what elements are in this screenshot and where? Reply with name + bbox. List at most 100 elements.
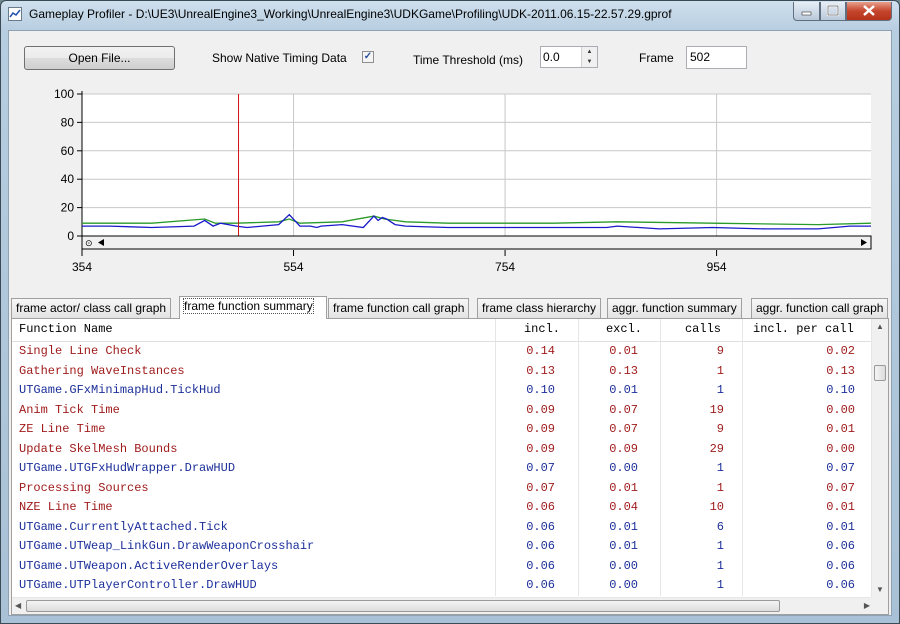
calls-cell: 1 [661,556,743,576]
function-name-cell: UTGame.UTGFxHudWrapper.DrawHUD [12,459,496,479]
chart-scroll-strip[interactable] [81,235,872,250]
incl-cell: 0.06 [496,537,579,557]
close-icon [863,5,875,16]
scroll-corner [871,597,888,614]
calls-cell: 10 [661,498,743,518]
app-icon [8,7,22,21]
spinner-arrows-icon[interactable]: ▲ ▼ [581,47,597,67]
excl-cell: 0.00 [579,459,661,479]
tab-label: frame function summary [183,298,314,314]
scroll-left-icon[interactable]: ◀ [15,601,21,610]
table-row[interactable]: Update SkelMesh Bounds 0.09 0.09 29 0.00 [12,439,876,459]
table-body: Single Line Check 0.14 0.01 9 0.02 Gathering … [12,342,876,596]
minimize-icon [801,11,812,16]
open-file-button[interactable]: Open File... [24,46,175,70]
tab-frame-class-hierarchy[interactable]: frame class hierarchy [477,298,602,318]
scroll-up-icon[interactable]: ▲ [876,322,884,331]
excl-cell: 0.07 [579,420,661,440]
client-area: Open File... Show Native Timing Data ✓ T… [8,30,892,616]
maximize-button[interactable] [820,2,846,21]
calls-cell: 6 [661,517,743,537]
horizontal-scroll-thumb[interactable] [26,600,780,612]
incl-cell: 0.07 [496,478,579,498]
excl-cell: 0.04 [579,498,661,518]
x-tick-label: 354 [72,260,92,274]
per-call-cell: 0.06 [826,558,855,573]
function-name-cell: Single Line Check [12,342,496,362]
col-excl[interactable]: excl. [579,319,661,341]
table-row[interactable]: UTGame.UTWeap_LinkGun.DrawWeaponCrosshai… [12,537,876,557]
zoom-reset-icon[interactable]: ⊙ [85,239,93,249]
tab-aggr-function-call-graph[interactable]: aggr. function call graph [751,298,889,318]
chart-svg[interactable]: 100 80 60 40 20 0 354 554 754 954 ⊙ [9,79,891,309]
calls-cell: 9 [661,342,743,362]
per-call-cell: 0.06 [826,578,855,592]
table-row[interactable]: UTGame.UTGFxHudWrapper.DrawHUD 0.07 0.00 1 0… [12,459,876,479]
vertical-scrollbar[interactable]: ▲ ▼ [871,319,888,597]
scroll-down-icon[interactable]: ▼ [876,585,884,594]
threshold-spinner[interactable]: 0.0 ▲ ▼ [540,46,598,68]
plot-area [82,94,871,236]
per-call-cell: 0.01 [826,519,855,534]
col-incl-per-call[interactable]: incl. per call [743,319,876,341]
excl-cell: 0.13 [579,361,661,381]
col-function-name[interactable]: Function Name [12,319,496,341]
table-row[interactable]: Anim Tick Time 0.09 0.07 19 0.00 [12,400,876,420]
table-row[interactable]: ZE Line Time 0.09 0.07 9 0.01 [12,420,876,440]
table-row[interactable]: Single Line Check 0.14 0.01 9 0.02 [12,342,876,362]
minimize-button[interactable] [793,2,820,21]
frame-input[interactable]: 502 [686,46,747,69]
y-tick-label: 80 [61,115,75,129]
incl-cell: 0.09 [496,420,579,440]
excl-cell: 0.00 [579,556,661,576]
table-row[interactable]: UTGame.CurrentlyAttached.Tick 0.06 0.01 6 0.… [12,517,876,537]
function-name-cell: UTGame.GFxMinimapHud.TickHud [12,381,496,401]
per-call-cell: 0.13 [826,363,855,378]
table-row[interactable]: Processing Sources 0.07 0.01 1 0.07 [12,478,876,498]
function-name-cell: NZE Line Time [12,498,496,518]
incl-cell: 0.06 [496,556,579,576]
function-name-cell: ZE Line Time [12,420,496,440]
scroll-right-icon[interactable]: ▶ [864,601,870,610]
table-row[interactable]: Gathering WaveInstances 0.13 0.13 1 0.13 [12,361,876,381]
function-name-cell: UTGame.UTPlayerController.DrawHUD [12,576,496,596]
frame-time-chart[interactable]: 100 80 60 40 20 0 354 554 754 954 ⊙ [9,79,891,309]
function-name-cell: UTGame.UTWeap_LinkGun.DrawWeaponCrosshai… [12,537,496,557]
show-native-checkbox[interactable]: ✓ [362,51,374,63]
incl-cell: 0.09 [496,400,579,420]
incl-cell: 0.07 [496,459,579,479]
title-bar[interactable]: Gameplay Profiler - D:\UE3\UnrealEngine3… [1,1,899,29]
y-tick-label: 100 [54,87,74,101]
x-tick-label: 954 [707,260,727,274]
incl-cell: 0.09 [496,439,579,459]
table-row[interactable]: NZE Line Time 0.06 0.04 10 0.01 [12,498,876,518]
threshold-value: 0.0 [543,50,560,64]
col-calls[interactable]: calls [661,319,743,341]
y-tick-label: 0 [67,229,74,243]
vertical-scroll-thumb[interactable] [874,365,886,381]
table-row[interactable]: UTGame.UTPlayerController.DrawHUD 0.06 0.0… [12,576,876,596]
per-call-cell: 0.07 [826,461,855,475]
checkmark-icon: ✓ [363,51,373,62]
close-button[interactable] [846,2,892,21]
tab-frame-function-summary[interactable]: frame function summary [179,296,327,319]
incl-cell: 0.14 [496,342,579,362]
tab-aggr-function-summary[interactable]: aggr. function summary [607,298,742,318]
excl-cell: 0.01 [579,381,661,401]
tab-frame-function-call-graph[interactable]: frame function call graph [328,298,470,318]
table-header: Function Name incl. excl. calls incl. pe… [12,319,876,342]
table-row[interactable]: UTGame.GFxMinimapHud.TickHud 0.10 0.01 1 0.1… [12,381,876,401]
excl-cell: 0.09 [579,439,661,459]
tab-strip: frame actor/ class call graph frame func… [9,296,891,319]
per-call-cell: 0.00 [826,402,855,417]
horizontal-scrollbar[interactable]: ◀ ▶ [12,597,873,614]
function-name-cell: Processing Sources [12,478,496,498]
table-row[interactable]: UTGame.UTWeapon.ActiveRenderOverlays 0.06… [12,556,876,576]
function-summary-panel: Function Name incl. excl. calls incl. pe… [11,318,889,615]
incl-cell: 0.06 [496,517,579,537]
calls-cell: 9 [661,420,743,440]
tab-frame-actor-class-call-graph[interactable]: frame actor/ class call graph [11,298,172,318]
excl-cell: 0.01 [579,478,661,498]
col-incl[interactable]: incl. [496,319,579,341]
function-table[interactable]: Function Name incl. excl. calls incl. pe… [12,319,876,596]
